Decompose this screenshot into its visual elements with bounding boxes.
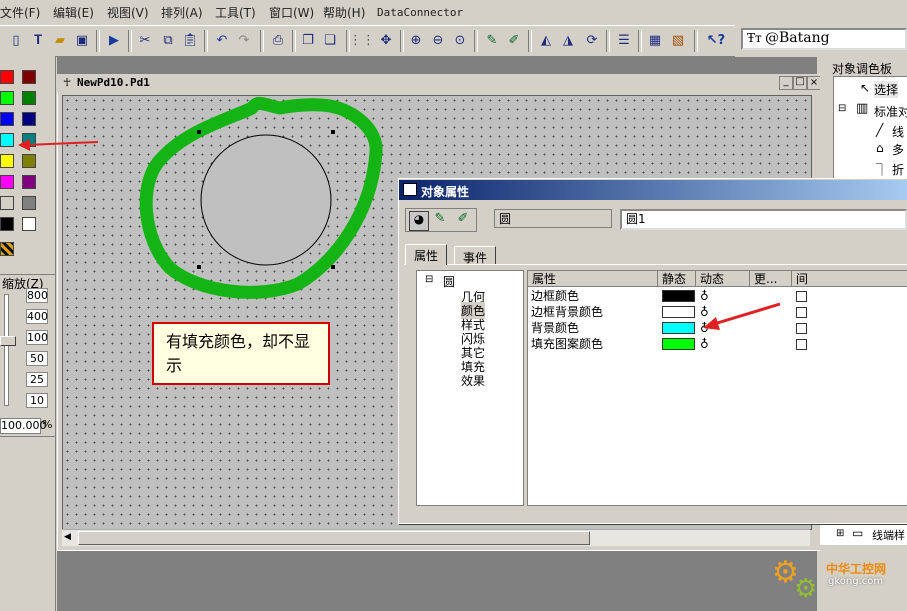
- red-arrow-head: [703, 317, 720, 330]
- arrow-layer: [18, 139, 781, 330]
- red-arrow-palette: [25, 141, 99, 146]
- tab-properties[interactable]: 属性: [405, 244, 448, 265]
- gear-icon: ⚙: [794, 574, 818, 604]
- watermark-brand: 中华工控网: [826, 562, 887, 576]
- watermark-url: gkong.com: [828, 576, 884, 587]
- red-arrow-grid: [713, 302, 781, 326]
- red-arrow-head: [18, 139, 30, 151]
- watermark: ⚙ ⚙ 中华工控网 gkong.com: [772, 556, 907, 611]
